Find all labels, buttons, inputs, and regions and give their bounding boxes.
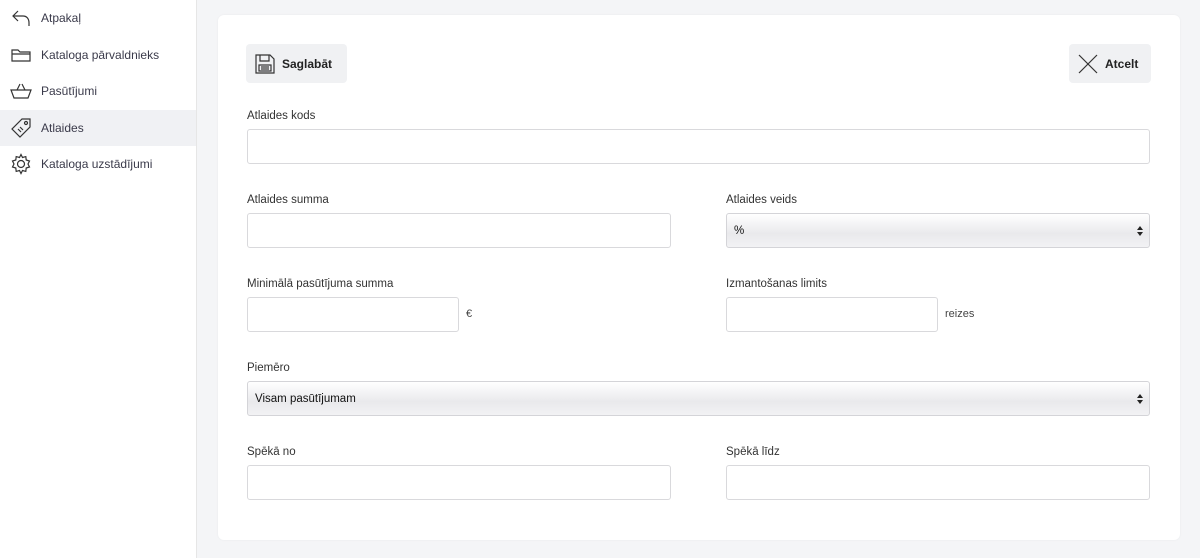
discount-code-input[interactable] (247, 129, 1150, 164)
sidebar-item-label: Kataloga uzstādījumi (41, 157, 153, 172)
euro-suffix: € (466, 308, 473, 320)
sidebar-item-catalog-manager[interactable]: Kataloga pārvaldnieks (0, 37, 196, 74)
valid-to-input[interactable] (726, 465, 1150, 500)
sidebar-item-label: Pasūtījumi (41, 84, 98, 99)
applies-to-value: Visam pasūtījumam (255, 392, 356, 405)
min-order-amount-label: Minimālā pasūtījuma summa (247, 278, 394, 290)
floppy-disk-icon (255, 53, 275, 74)
valid-to-label: Spēkā līdz (726, 446, 780, 458)
applies-to-label: Piemēro (247, 362, 290, 374)
discount-type-label: Atlaides veids (726, 194, 797, 206)
select-arrows-icon (1137, 392, 1143, 406)
sidebar-item-label: Atpakaļ (41, 11, 82, 26)
cancel-button-label: Atcelt (1105, 56, 1139, 71)
select-arrows-icon (1137, 224, 1143, 238)
folder-icon (10, 44, 32, 66)
discount-form-card: Saglabāt Atcelt Atlaides kods Atlaides s… (218, 15, 1180, 540)
sidebar-item-discounts[interactable]: Atlaides (0, 109, 196, 146)
tag-icon (10, 117, 32, 139)
discount-amount-input[interactable] (247, 213, 671, 248)
gear-icon (10, 153, 32, 176)
sidebar-item-orders[interactable]: Pasūtījumi (0, 73, 196, 110)
discount-type-value: % (734, 224, 745, 237)
save-button[interactable]: Saglabāt (246, 44, 347, 83)
min-order-amount-input[interactable] (247, 297, 459, 332)
usage-limit-label: Izmantošanas limits (726, 278, 827, 290)
sidebar: Atpakaļ Kataloga pārvaldnieks Pasūtījumi… (0, 0, 197, 558)
applies-to-select[interactable]: Visam pasūtījumam (247, 381, 1150, 416)
valid-from-label: Spēkā no (247, 446, 296, 458)
close-icon (1078, 54, 1098, 73)
discount-amount-label: Atlaides summa (247, 194, 329, 206)
sidebar-item-back[interactable]: Atpakaļ (0, 0, 196, 37)
sidebar-item-label: Atlaides (41, 120, 84, 135)
times-suffix: reizes (945, 308, 975, 320)
usage-limit-input[interactable] (726, 297, 938, 332)
discount-type-select[interactable]: % (726, 213, 1150, 248)
valid-from-input[interactable] (247, 465, 671, 500)
sidebar-item-label: Kataloga pārvaldnieks (41, 47, 160, 62)
basket-icon (10, 80, 32, 102)
save-button-label: Saglabāt (282, 56, 333, 71)
sidebar-item-catalog-settings[interactable]: Kataloga uzstādījumi (0, 146, 196, 183)
discount-code-label: Atlaides kods (247, 110, 316, 122)
cancel-button[interactable]: Atcelt (1069, 44, 1151, 83)
back-arrow-icon (10, 7, 32, 29)
